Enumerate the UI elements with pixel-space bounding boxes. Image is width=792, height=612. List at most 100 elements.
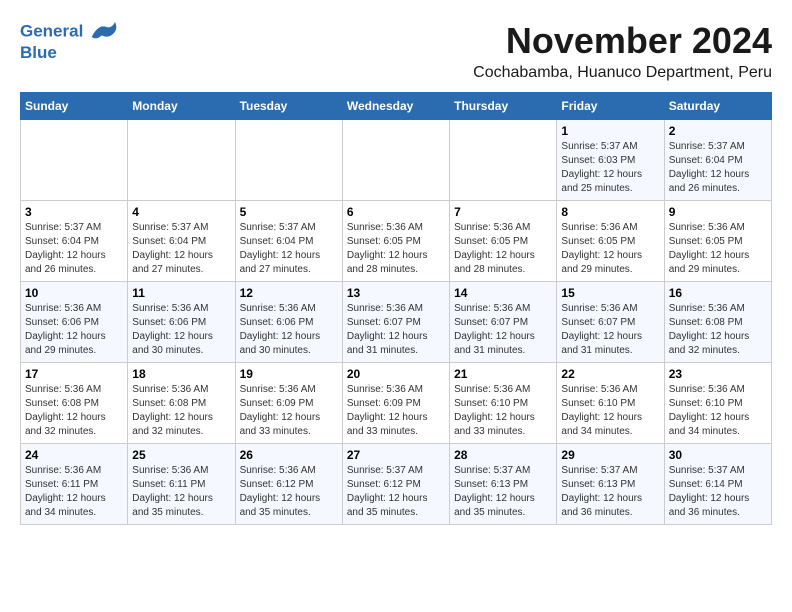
day-info: Sunrise: 5:37 AM Sunset: 6:13 PM Dayligh… xyxy=(561,464,659,520)
day-number: 22 xyxy=(561,367,659,381)
day-info: Sunrise: 5:36 AM Sunset: 6:05 PM Dayligh… xyxy=(454,221,552,277)
title-section: November 2024 Cochabamba, Huanuco Depart… xyxy=(120,20,772,82)
day-number: 17 xyxy=(25,367,123,381)
day-info: Sunrise: 5:36 AM Sunset: 6:10 PM Dayligh… xyxy=(669,383,767,439)
calendar-table: SundayMondayTuesdayWednesdayThursdayFrid… xyxy=(20,92,772,525)
calendar-row: 3 Sunrise: 5:37 AM Sunset: 6:04 PM Daylig… xyxy=(21,201,772,282)
calendar-cell: 13 Sunrise: 5:36 AM Sunset: 6:07 PM Dayli… xyxy=(342,282,449,363)
calendar-row: 10 Sunrise: 5:36 AM Sunset: 6:06 PM Dayli… xyxy=(21,282,772,363)
logo-general: General xyxy=(20,21,83,40)
calendar-row: 17 Sunrise: 5:36 AM Sunset: 6:08 PM Dayli… xyxy=(21,363,772,444)
day-info: Sunrise: 5:36 AM Sunset: 6:09 PM Dayligh… xyxy=(347,383,445,439)
day-info: Sunrise: 5:36 AM Sunset: 6:07 PM Dayligh… xyxy=(561,302,659,358)
calendar-cell: 12 Sunrise: 5:36 AM Sunset: 6:06 PM Dayli… xyxy=(235,282,342,363)
weekday-header: Monday xyxy=(128,93,235,120)
day-info: Sunrise: 5:36 AM Sunset: 6:08 PM Dayligh… xyxy=(132,383,230,439)
day-info: Sunrise: 5:36 AM Sunset: 6:07 PM Dayligh… xyxy=(454,302,552,358)
day-number: 15 xyxy=(561,286,659,300)
day-info: Sunrise: 5:36 AM Sunset: 6:05 PM Dayligh… xyxy=(347,221,445,277)
day-info: Sunrise: 5:36 AM Sunset: 6:06 PM Dayligh… xyxy=(240,302,338,358)
calendar-cell: 16Sunrise: 5:36 AM Sunset: 6:08 PM Dayli… xyxy=(664,282,771,363)
calendar-cell xyxy=(235,120,342,201)
day-info: Sunrise: 5:36 AM Sunset: 6:08 PM Dayligh… xyxy=(25,383,123,439)
day-number: 5 xyxy=(240,205,338,219)
day-number: 18 xyxy=(132,367,230,381)
calendar-cell: 10Sunrise: 5:36 AM Sunset: 6:06 PM Dayli… xyxy=(21,282,128,363)
logo-text: General xyxy=(20,20,120,44)
calendar-cell: 18 Sunrise: 5:36 AM Sunset: 6:08 PM Dayli… xyxy=(128,363,235,444)
calendar-cell: 22Sunrise: 5:36 AM Sunset: 6:10 PM Dayli… xyxy=(557,363,664,444)
calendar-cell: 9 Sunrise: 5:36 AM Sunset: 6:05 PM Daylig… xyxy=(664,201,771,282)
day-number: 25 xyxy=(132,448,230,462)
day-number: 12 xyxy=(240,286,338,300)
calendar-cell: 25 Sunrise: 5:36 AM Sunset: 6:11 PM Dayli… xyxy=(128,444,235,525)
calendar-cell: 14 Sunrise: 5:36 AM Sunset: 6:07 PM Dayli… xyxy=(450,282,557,363)
calendar-cell: 21 Sunrise: 5:36 AM Sunset: 6:10 PM Dayli… xyxy=(450,363,557,444)
day-number: 2 xyxy=(669,124,767,138)
calendar-header: SundayMondayTuesdayWednesdayThursdayFrid… xyxy=(21,93,772,120)
calendar-row: 1Sunrise: 5:37 AM Sunset: 6:03 PM Daylig… xyxy=(21,120,772,201)
calendar-cell xyxy=(342,120,449,201)
day-info: Sunrise: 5:36 AM Sunset: 6:11 PM Dayligh… xyxy=(132,464,230,520)
day-info: Sunrise: 5:36 AM Sunset: 6:07 PM Dayligh… xyxy=(347,302,445,358)
day-number: 14 xyxy=(454,286,552,300)
weekday-header: Tuesday xyxy=(235,93,342,120)
weekday-header: Sunday xyxy=(21,93,128,120)
weekday-header: Wednesday xyxy=(342,93,449,120)
calendar-cell: 28Sunrise: 5:37 AM Sunset: 6:13 PM Dayli… xyxy=(450,444,557,525)
calendar-cell: 20Sunrise: 5:36 AM Sunset: 6:09 PM Dayli… xyxy=(342,363,449,444)
calendar-cell: 17 Sunrise: 5:36 AM Sunset: 6:08 PM Dayli… xyxy=(21,363,128,444)
day-info: Sunrise: 5:37 AM Sunset: 6:03 PM Dayligh… xyxy=(561,140,659,196)
day-number: 13 xyxy=(347,286,445,300)
logo-blue: Blue xyxy=(20,44,120,63)
day-info: Sunrise: 5:37 AM Sunset: 6:04 PM Dayligh… xyxy=(25,221,123,277)
day-info: Sunrise: 5:36 AM Sunset: 6:10 PM Dayligh… xyxy=(454,383,552,439)
calendar-cell: 19 Sunrise: 5:36 AM Sunset: 6:09 PM Dayli… xyxy=(235,363,342,444)
day-info: Sunrise: 5:37 AM Sunset: 6:14 PM Dayligh… xyxy=(669,464,767,520)
day-number: 4 xyxy=(132,205,230,219)
calendar-cell xyxy=(21,120,128,201)
calendar-cell: 23Sunrise: 5:36 AM Sunset: 6:10 PM Dayli… xyxy=(664,363,771,444)
day-info: Sunrise: 5:37 AM Sunset: 6:13 PM Dayligh… xyxy=(454,464,552,520)
day-number: 24 xyxy=(25,448,123,462)
day-info: Sunrise: 5:36 AM Sunset: 6:05 PM Dayligh… xyxy=(669,221,767,277)
day-number: 3 xyxy=(25,205,123,219)
day-number: 30 xyxy=(669,448,767,462)
day-info: Sunrise: 5:36 AM Sunset: 6:11 PM Dayligh… xyxy=(25,464,123,520)
calendar-cell: 29 Sunrise: 5:37 AM Sunset: 6:13 PM Dayli… xyxy=(557,444,664,525)
logo: General Blue xyxy=(20,20,120,63)
day-number: 9 xyxy=(669,205,767,219)
day-number: 11 xyxy=(132,286,230,300)
calendar-cell: 27 Sunrise: 5:37 AM Sunset: 6:12 PM Dayli… xyxy=(342,444,449,525)
day-number: 19 xyxy=(240,367,338,381)
calendar-cell: 5 Sunrise: 5:37 AM Sunset: 6:04 PM Daylig… xyxy=(235,201,342,282)
calendar-cell xyxy=(128,120,235,201)
day-number: 10 xyxy=(25,286,123,300)
day-number: 8 xyxy=(561,205,659,219)
main-title: November 2024 xyxy=(120,20,772,62)
calendar-row: 24 Sunrise: 5:36 AM Sunset: 6:11 PM Dayli… xyxy=(21,444,772,525)
calendar-cell: 30 Sunrise: 5:37 AM Sunset: 6:14 PM Dayli… xyxy=(664,444,771,525)
weekday-header: Friday xyxy=(557,93,664,120)
day-number: 29 xyxy=(561,448,659,462)
day-info: Sunrise: 5:37 AM Sunset: 6:04 PM Dayligh… xyxy=(669,140,767,196)
day-number: 26 xyxy=(240,448,338,462)
weekday-header: Saturday xyxy=(664,93,771,120)
day-info: Sunrise: 5:37 AM Sunset: 6:04 PM Dayligh… xyxy=(132,221,230,277)
day-number: 16 xyxy=(669,286,767,300)
day-info: Sunrise: 5:36 AM Sunset: 6:06 PM Dayligh… xyxy=(132,302,230,358)
day-info: Sunrise: 5:37 AM Sunset: 6:12 PM Dayligh… xyxy=(347,464,445,520)
calendar-cell: 15 Sunrise: 5:36 AM Sunset: 6:07 PM Dayli… xyxy=(557,282,664,363)
calendar-cell xyxy=(450,120,557,201)
weekday-header: Thursday xyxy=(450,93,557,120)
day-info: Sunrise: 5:36 AM Sunset: 6:09 PM Dayligh… xyxy=(240,383,338,439)
logo-bird-icon xyxy=(90,20,120,44)
calendar-cell: 1Sunrise: 5:37 AM Sunset: 6:03 PM Daylig… xyxy=(557,120,664,201)
day-number: 21 xyxy=(454,367,552,381)
header: General Blue November 2024 Cochabamba, H… xyxy=(20,20,772,82)
day-info: Sunrise: 5:37 AM Sunset: 6:04 PM Dayligh… xyxy=(240,221,338,277)
day-info: Sunrise: 5:36 AM Sunset: 6:05 PM Dayligh… xyxy=(561,221,659,277)
calendar-cell: 26Sunrise: 5:36 AM Sunset: 6:12 PM Dayli… xyxy=(235,444,342,525)
day-number: 27 xyxy=(347,448,445,462)
calendar-cell: 2 Sunrise: 5:37 AM Sunset: 6:04 PM Daylig… xyxy=(664,120,771,201)
